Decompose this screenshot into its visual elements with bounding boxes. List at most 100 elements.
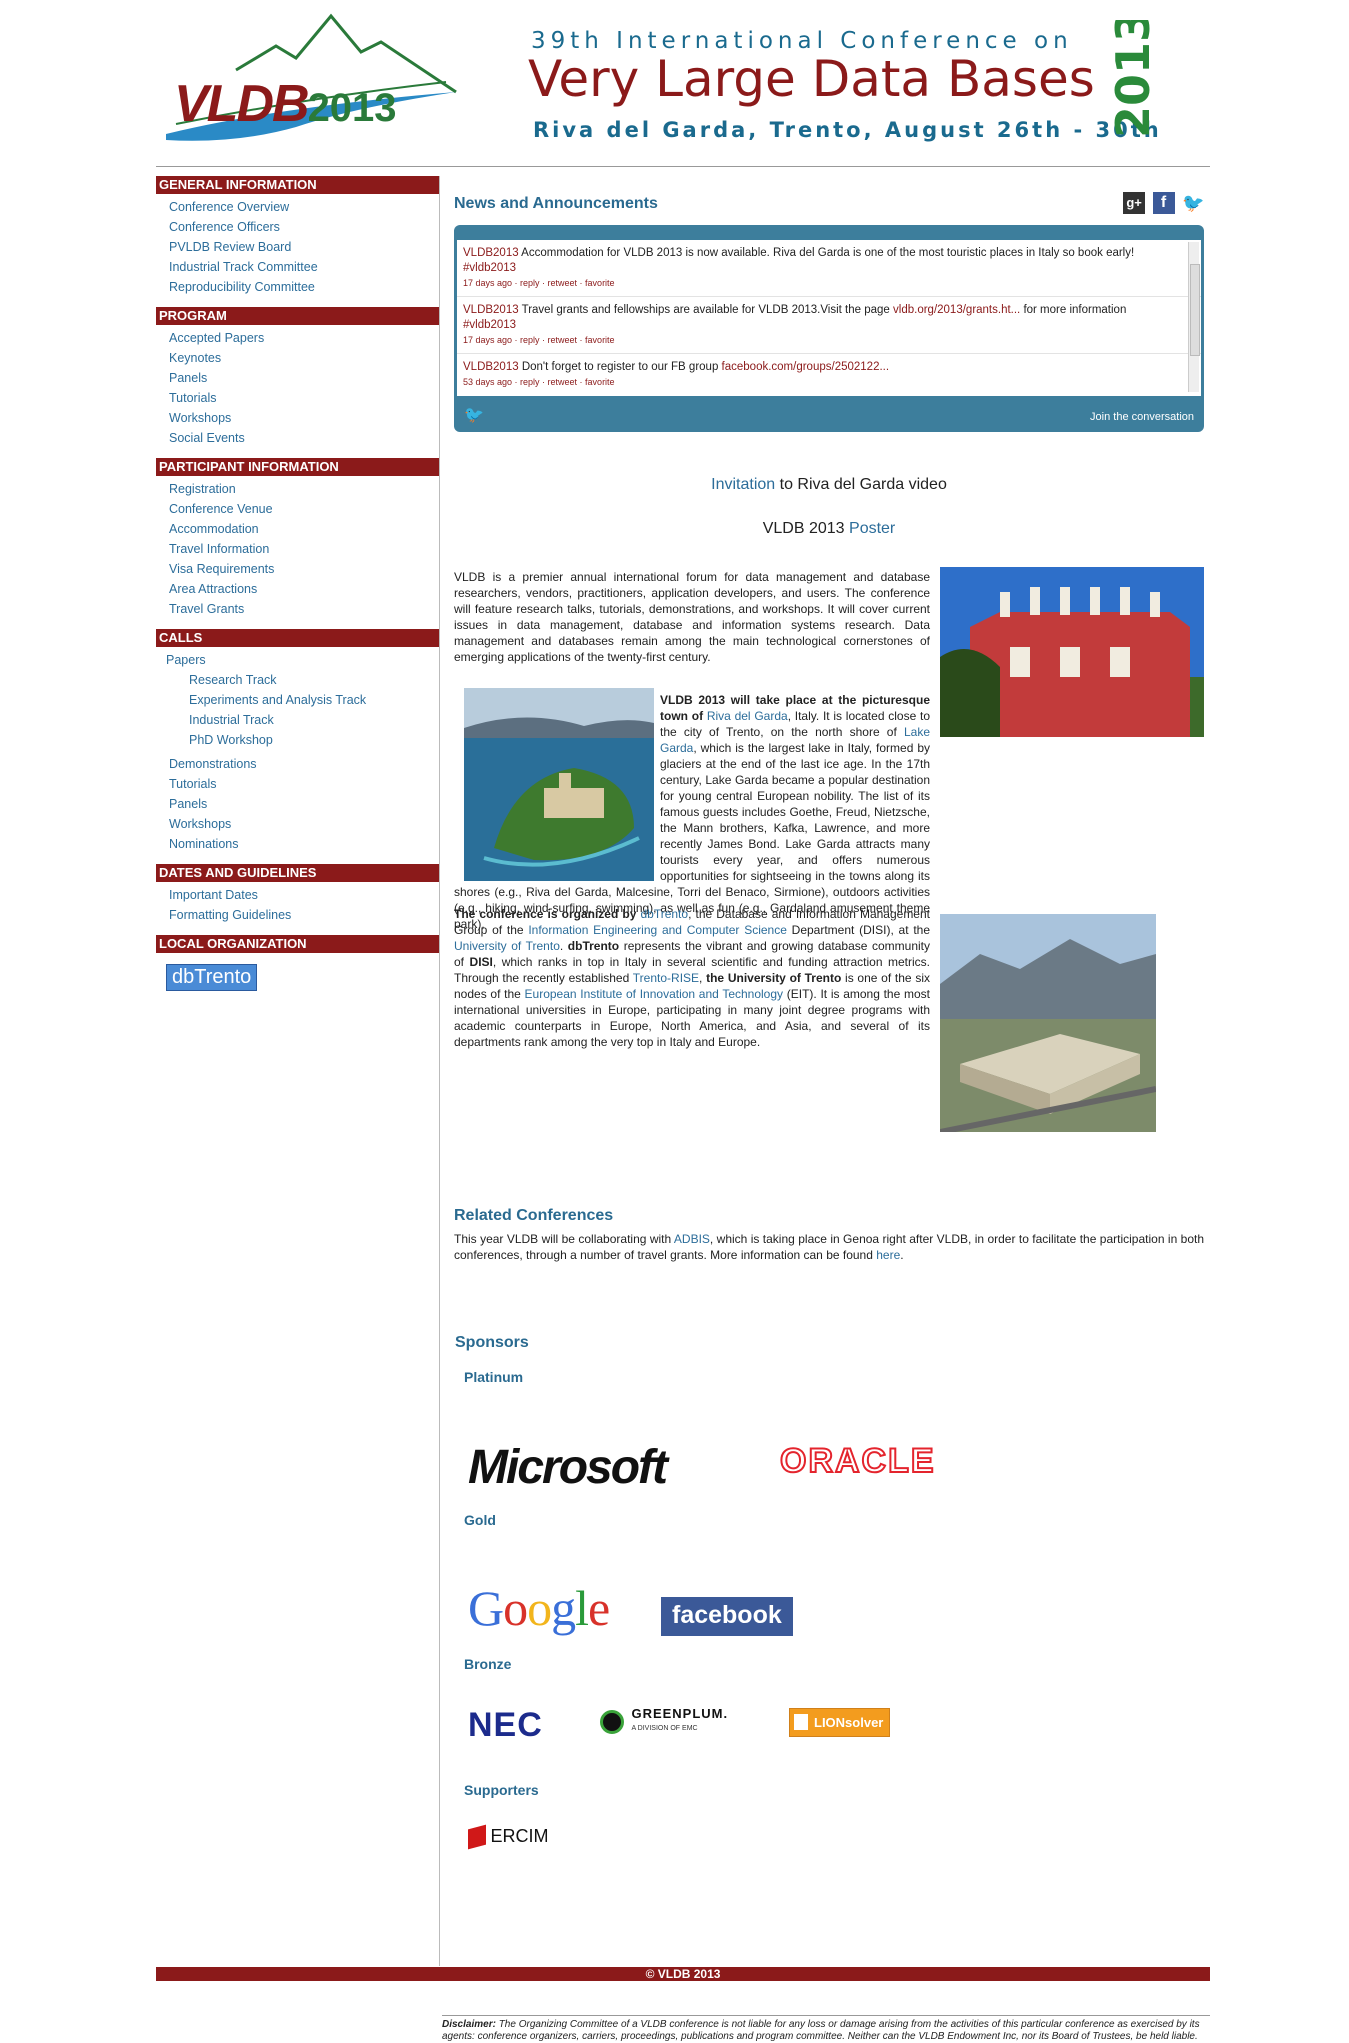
tweet-scrollbar[interactable] (1188, 242, 1200, 392)
nav-group-local: LOCAL ORGANIZATION dbTrento (156, 935, 440, 991)
google-letter: g (551, 1580, 576, 1636)
tweet-text: Travel grants and fellowships are availa… (518, 304, 894, 316)
riva-del-garda-link[interactable]: Riva del Garda (707, 709, 788, 723)
twitter-icon[interactable]: 🐦 (1182, 192, 1204, 214)
nav-industrial-track-committee[interactable]: Industrial Track Committee (156, 257, 440, 277)
invitation-line: Invitation to Riva del Garda video (454, 476, 1204, 494)
nav-registration[interactable]: Registration (156, 479, 440, 499)
nav-accommodation[interactable]: Accommodation (156, 519, 440, 539)
footer-bar: © VLDB 2013 (156, 1967, 1210, 1981)
news-heading: News and Announcements (454, 195, 658, 212)
bronze-heading: Bronze (464, 1656, 512, 1672)
nav-panels[interactable]: Panels (156, 368, 440, 388)
greenplum-circle-icon (600, 1709, 624, 1734)
tweet-meta[interactable]: 17 days ago · reply · retweet · favorite (463, 333, 1181, 348)
microsoft-logo[interactable]: Microsoft (468, 1440, 668, 1495)
nav-formatting-guidelines[interactable]: Formatting Guidelines (156, 905, 440, 925)
nav-calls-workshops[interactable]: Workshops (156, 814, 440, 834)
join-conversation-link[interactable]: Join the conversation (1090, 411, 1194, 423)
site-header: VLDB2013 39th International Conference o… (156, 0, 1210, 167)
google-letter: e (588, 1580, 610, 1636)
nec-logo[interactable]: NEC (468, 1706, 543, 1745)
supporters-heading: Supporters (464, 1782, 539, 1798)
tweet-user[interactable]: VLDB2013 (463, 247, 519, 259)
disi-link[interactable]: Information Engineering and Computer Sci… (528, 923, 787, 937)
nav-papers[interactable]: Papers (156, 650, 440, 670)
twitter-bird-icon[interactable]: 🐦 (464, 405, 484, 425)
nav-travel-information[interactable]: Travel Information (156, 539, 440, 559)
greenplum-logo[interactable]: GREENPLUM. A DIVISION OF EMC (600, 1707, 728, 1735)
nav-calls-panels[interactable]: Panels (156, 794, 440, 814)
trento-rise-link[interactable]: Trento-RISE (633, 971, 699, 985)
tweet-item: VLDB2013 Accommodation for VLDB 2013 is … (457, 240, 1201, 297)
nav-accepted-papers[interactable]: Accepted Papers (156, 328, 440, 348)
nav-group-dates: DATES AND GUIDELINES Important Dates For… (156, 864, 440, 925)
adbis-link[interactable]: ADBIS (674, 1232, 710, 1246)
nav-important-dates[interactable]: Important Dates (156, 885, 440, 905)
tweet-user[interactable]: VLDB2013 (463, 304, 519, 316)
tweet-item: VLDB2013 Don't forget to register to our… (457, 354, 1201, 395)
sponsors-heading: Sponsors (455, 1334, 529, 1351)
dbtrento-link[interactable]: dbTrento (640, 907, 688, 921)
disclaimer-rule (442, 2015, 1210, 2016)
nav-experiments-analysis-track[interactable]: Experiments and Analysis Track (156, 690, 440, 710)
conference-title: Very Large Data Bases (528, 50, 1095, 108)
facebook-icon[interactable]: f (1152, 192, 1175, 214)
tweet-hashtag[interactable]: #vldb2013 (463, 319, 516, 331)
nav-social-events[interactable]: Social Events (156, 428, 440, 448)
nav-calls-nominations[interactable]: Nominations (156, 834, 440, 854)
vldb-logo[interactable]: VLDB2013 (156, 12, 476, 152)
nav-heading-dates: DATES AND GUIDELINES (156, 864, 440, 882)
unitn-link[interactable]: University of Trento (454, 939, 560, 953)
float-spacer (454, 692, 660, 882)
tweet-item: VLDB2013 Travel grants and fellowships a… (457, 297, 1201, 354)
here-link[interactable]: here (876, 1248, 900, 1262)
invitation-link[interactable]: Invitation (711, 476, 775, 493)
oracle-logo[interactable]: ORACLE (779, 1441, 936, 1481)
disclaimer-text: The Organizing Committee of a VLDB confe… (442, 2019, 1200, 2042)
nav-conference-officers[interactable]: Conference Officers (156, 217, 440, 237)
nav-conference-venue[interactable]: Conference Venue (156, 499, 440, 519)
ercim-logo[interactable]: ERCIM (468, 1824, 549, 1849)
nav-phd-workshop[interactable]: PhD Workshop (156, 730, 440, 750)
organization-paragraph: The conference is organized by dbTrento,… (454, 906, 930, 1050)
page-wrapper: VLDB2013 39th International Conference o… (156, 0, 1210, 2043)
nav-conference-overview[interactable]: Conference Overview (156, 197, 440, 217)
nav-area-attractions[interactable]: Area Attractions (156, 579, 440, 599)
tweet-hashtag[interactable]: #vldb2013 (463, 262, 516, 274)
nav-research-track[interactable]: Research Track (156, 670, 440, 690)
nav-keynotes[interactable]: Keynotes (156, 348, 440, 368)
nav-calls-demonstrations[interactable]: Demonstrations (156, 754, 440, 774)
scrollbar-thumb[interactable] (1190, 264, 1200, 356)
nav-group-calls: CALLS Papers Research Track Experiments … (156, 629, 440, 854)
tweet-meta[interactable]: 17 days ago · reply · retweet · favorite (463, 276, 1181, 291)
nav-pvldb-review-board[interactable]: PVLDB Review Board (156, 237, 440, 257)
nav-reproducibility-committee[interactable]: Reproducibility Committee (156, 277, 440, 297)
logo-year: 2013 (307, 86, 397, 130)
tweet-meta[interactable]: 53 days ago · reply · retweet · favorite (463, 375, 1181, 390)
greenplum-sub: A DIVISION OF EMC (631, 1725, 698, 1732)
nav-workshops[interactable]: Workshops (156, 408, 440, 428)
dbtrento-badge[interactable]: dbTrento (166, 964, 258, 991)
nav-industrial-track[interactable]: Industrial Track (156, 710, 440, 730)
nav-travel-grants[interactable]: Travel Grants (156, 599, 440, 619)
column-divider (439, 176, 440, 1966)
intro-paragraph: VLDB is a premier annual international f… (454, 570, 930, 664)
google-letter: G (468, 1580, 504, 1636)
poster-link[interactable]: Poster (849, 520, 895, 537)
nav-heading-local: LOCAL ORGANIZATION (156, 935, 440, 953)
facebook-logo[interactable]: facebook (661, 1597, 793, 1636)
tweet-link[interactable]: facebook.com/groups/2502122... (722, 361, 890, 373)
google-plus-icon[interactable]: g+ (1123, 192, 1146, 214)
tweet-link[interactable]: vldb.org/2013/grants.ht... (893, 304, 1020, 316)
eit-link[interactable]: European Institute of Innovation and Tec… (525, 987, 784, 1001)
tweet-user[interactable]: VLDB2013 (463, 361, 519, 373)
lionsolver-logo[interactable]: LIONsolver (789, 1708, 891, 1737)
google-logo[interactable]: Google (468, 1579, 610, 1637)
nav-visa-requirements[interactable]: Visa Requirements (156, 559, 440, 579)
tweet-list[interactable]: VLDB2013 Accommodation for VLDB 2013 is … (457, 240, 1201, 396)
ercim-name: ERCIM (490, 1826, 549, 1846)
nav-calls-tutorials[interactable]: Tutorials (156, 774, 440, 794)
nav-tutorials[interactable]: Tutorials (156, 388, 440, 408)
related-text-1: This year VLDB will be collaborating wit… (454, 1232, 674, 1246)
